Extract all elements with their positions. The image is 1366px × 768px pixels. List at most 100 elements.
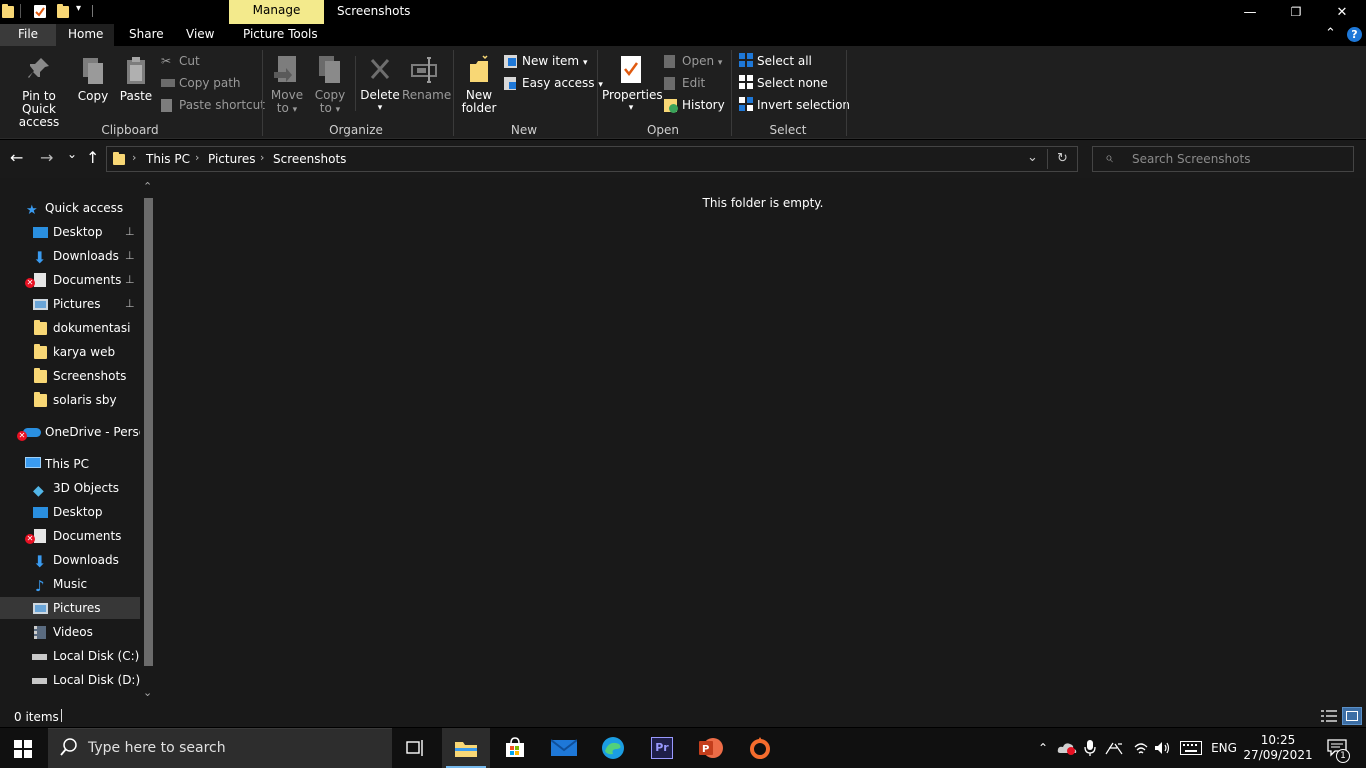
- minimize-button[interactable]: —: [1227, 0, 1273, 24]
- nav-onedrive[interactable]: ✕ OneDrive - Personal: [0, 421, 140, 443]
- copy-to-button[interactable]: Copy to ▾: [311, 54, 349, 117]
- address-dropdown-icon[interactable]: ⌄: [1027, 150, 1038, 165]
- pin-icon[interactable]: ⊥: [125, 293, 135, 315]
- show-hidden-icons-chevron-icon[interactable]: ⌃: [1033, 728, 1053, 768]
- refresh-icon[interactable]: ↻: [1057, 151, 1068, 166]
- pin-icon[interactable]: ⊥: [125, 245, 135, 267]
- nav-pc-local-disk-d[interactable]: Local Disk (D:): [0, 669, 140, 691]
- properties-qa-icon[interactable]: [34, 5, 46, 18]
- breadcrumb-separator[interactable]: ›: [195, 151, 199, 164]
- move-to-button[interactable]: Move to ▾: [268, 54, 306, 117]
- pin-icon: [28, 58, 49, 78]
- nav-pc-pictures[interactable]: Pictures: [0, 597, 140, 619]
- search-box[interactable]: ⌕ Search Screenshots: [1092, 146, 1354, 172]
- new-folder-button[interactable]: New folder: [458, 54, 500, 115]
- select-all-button[interactable]: Select all: [737, 52, 812, 70]
- pin-icon[interactable]: ⊥: [125, 269, 135, 291]
- open-button[interactable]: Open ▾: [662, 52, 722, 70]
- history-button[interactable]: History: [662, 96, 725, 114]
- chevron-down-icon: ▾: [582, 58, 588, 68]
- scroll-down-icon[interactable]: ⌄: [143, 686, 152, 699]
- nav-qa-screenshots[interactable]: Screenshots: [0, 365, 140, 387]
- origin-icon[interactable]: [736, 728, 784, 768]
- powerpoint-icon[interactable]: P: [687, 728, 735, 768]
- notification-center-icon[interactable]: 1: [1320, 728, 1354, 768]
- nav-this-pc[interactable]: This PC: [0, 453, 140, 475]
- edit-button[interactable]: Edit: [662, 74, 705, 92]
- clock[interactable]: 10:25 27/09/2021: [1243, 728, 1312, 768]
- nav-scrollbar-thumb[interactable]: [144, 198, 153, 666]
- breadcrumb-this-pc[interactable]: This PC: [146, 152, 190, 166]
- nav-qa-pictures[interactable]: Pictures ⊥: [0, 293, 140, 315]
- tab-share[interactable]: Share: [117, 24, 176, 46]
- tab-file[interactable]: File: [0, 24, 56, 46]
- nav-pc-videos[interactable]: Videos: [0, 621, 140, 643]
- nav-qa-documents[interactable]: ✕ Documents ⊥: [0, 269, 140, 291]
- nav-pc-documents[interactable]: ✕ Documents: [0, 525, 140, 547]
- select-none-button[interactable]: Select none: [737, 74, 828, 92]
- easy-access-button[interactable]: Easy access ▾: [502, 74, 603, 92]
- microsoft-store-icon[interactable]: [491, 728, 539, 768]
- windows-start-icon[interactable]: [14, 740, 32, 758]
- pen-input-icon[interactable]: [1103, 728, 1125, 768]
- touch-keyboard-icon[interactable]: [1178, 728, 1204, 768]
- premiere-pro-icon[interactable]: Pr: [638, 728, 686, 768]
- nav-pc-desktop[interactable]: Desktop: [0, 501, 140, 523]
- copy-path-button[interactable]: Copy path: [159, 74, 241, 92]
- customize-qa-dropdown-icon[interactable]: ▾: [76, 3, 86, 17]
- mail-icon[interactable]: [540, 728, 588, 768]
- volume-icon[interactable]: [1152, 728, 1174, 768]
- details-view-icon[interactable]: [1321, 709, 1337, 723]
- file-list-pane[interactable]: This folder is empty.: [158, 178, 1366, 705]
- tab-home[interactable]: Home: [56, 24, 114, 46]
- nav-qa-downloads[interactable]: ⬇ Downloads ⊥: [0, 245, 140, 267]
- help-icon[interactable]: ?: [1347, 27, 1362, 42]
- paste-shortcut-button[interactable]: Paste shortcut: [159, 96, 265, 114]
- language-indicator[interactable]: ENG: [1208, 728, 1240, 768]
- new-item-button[interactable]: New item ▾: [502, 52, 587, 70]
- microphone-icon[interactable]: [1081, 728, 1099, 768]
- up-arrow-icon[interactable]: ↑: [86, 148, 99, 167]
- nav-pc-downloads[interactable]: ⬇ Downloads: [0, 549, 140, 571]
- close-button[interactable]: ✕: [1319, 0, 1365, 24]
- back-arrow-icon[interactable]: ←: [10, 148, 23, 167]
- cut-button[interactable]: ✂ Cut: [159, 52, 200, 70]
- nav-qa-desktop[interactable]: Desktop ⊥: [0, 221, 140, 243]
- large-icons-view-icon[interactable]: [1342, 707, 1362, 725]
- scroll-up-icon[interactable]: ⌃: [143, 180, 152, 193]
- edge-browser-icon[interactable]: [589, 728, 637, 768]
- tab-view[interactable]: View: [174, 24, 226, 46]
- collapse-ribbon-icon[interactable]: ⌃: [1325, 26, 1336, 41]
- properties-button[interactable]: Properties ▾: [602, 54, 663, 115]
- pin-icon[interactable]: ⊥: [125, 221, 135, 243]
- nav-pc-3d-objects[interactable]: ◆ 3D Objects: [0, 477, 140, 499]
- nav-pc-music[interactable]: ♪ Music: [0, 573, 140, 595]
- recent-locations-chevron-icon[interactable]: ⌄: [67, 147, 77, 161]
- breadcrumb-pictures[interactable]: Pictures: [208, 152, 256, 166]
- delete-button[interactable]: Delete ▾: [360, 54, 400, 115]
- breadcrumb-separator[interactable]: ›: [260, 151, 264, 164]
- breadcrumb-screenshots[interactable]: Screenshots: [273, 152, 346, 166]
- new-folder-qa-icon[interactable]: [57, 4, 69, 18]
- nav-quick-access[interactable]: ★ Quick access: [0, 197, 140, 219]
- forward-arrow-icon[interactable]: →: [40, 148, 53, 167]
- copy-button[interactable]: Copy: [76, 56, 110, 103]
- nav-qa-solaris-sby[interactable]: solaris sby: [0, 389, 140, 411]
- taskbar-search-box[interactable]: Type here to search: [48, 728, 392, 768]
- paste-button[interactable]: Paste: [118, 56, 154, 103]
- nav-pc-local-disk-c[interactable]: Local Disk (C:): [0, 645, 140, 667]
- tab-manage[interactable]: Manage: [229, 0, 324, 24]
- breadcrumb-separator[interactable]: ›: [132, 151, 136, 164]
- pin-to-quick-access-button[interactable]: Pin to Quick access: [4, 56, 74, 129]
- rename-button[interactable]: Rename: [402, 54, 451, 102]
- file-explorer-taskbar-icon[interactable]: [442, 728, 490, 768]
- wifi-icon[interactable]: [1130, 728, 1152, 768]
- maximize-button[interactable]: ❐: [1273, 0, 1319, 24]
- nav-qa-karya-web[interactable]: karya web: [0, 341, 140, 363]
- task-view-icon[interactable]: [392, 728, 440, 768]
- address-bar[interactable]: › This PC › Pictures › Screenshots ⌄ ↻: [106, 146, 1078, 172]
- tab-picture-tools[interactable]: Picture Tools: [231, 24, 330, 46]
- nav-qa-dokumentasi[interactable]: dokumentasi: [0, 317, 140, 339]
- onedrive-tray-icon[interactable]: [1056, 728, 1078, 768]
- invert-selection-button[interactable]: Invert selection: [737, 96, 850, 114]
